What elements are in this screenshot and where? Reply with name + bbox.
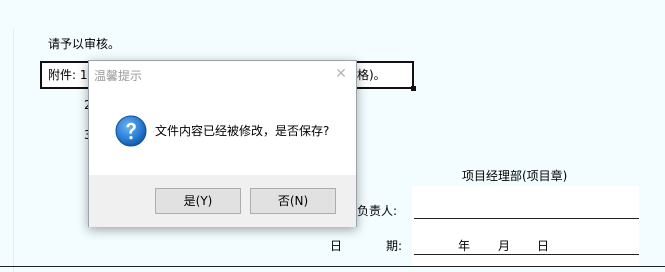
responsible-underline (414, 218, 639, 219)
date-month-label: 月 (498, 239, 511, 253)
document-left-margin (0, 28, 14, 272)
attachment-text: 附件: 1 (48, 68, 88, 82)
selection-resize-handle[interactable] (411, 86, 416, 91)
review-request-text: 请予以审核。 (48, 37, 121, 51)
yes-button[interactable]: 是(Y) (155, 188, 241, 214)
no-button[interactable]: 否(N) (250, 188, 336, 214)
date-year-label: 年 (458, 239, 471, 253)
date-label-left: 日 (330, 239, 343, 253)
dialog-titlebar[interactable]: 温馨提示 ✕ (89, 61, 356, 89)
date-label-right: 期: (386, 239, 403, 253)
document-top-band (0, 0, 665, 28)
responsible-label: 负责人: (357, 204, 398, 218)
dialog-title: 温馨提示 (94, 69, 143, 83)
project-department-label: 项目经理部(项目章) (462, 169, 568, 183)
date-day-label: 日 (537, 239, 550, 253)
close-icon[interactable]: ✕ (330, 64, 352, 84)
document-bottom-rule (0, 266, 665, 267)
date-underline (414, 254, 639, 255)
attachment-text-tail: 格)。 (357, 68, 386, 82)
save-prompt-dialog: 温馨提示 ✕ 文件内容已经被修改，是否保存? 是(Y) 否(N) (88, 60, 357, 227)
dialog-message: 文件内容已经被修改，是否保存? (155, 124, 330, 138)
question-icon (115, 115, 147, 147)
